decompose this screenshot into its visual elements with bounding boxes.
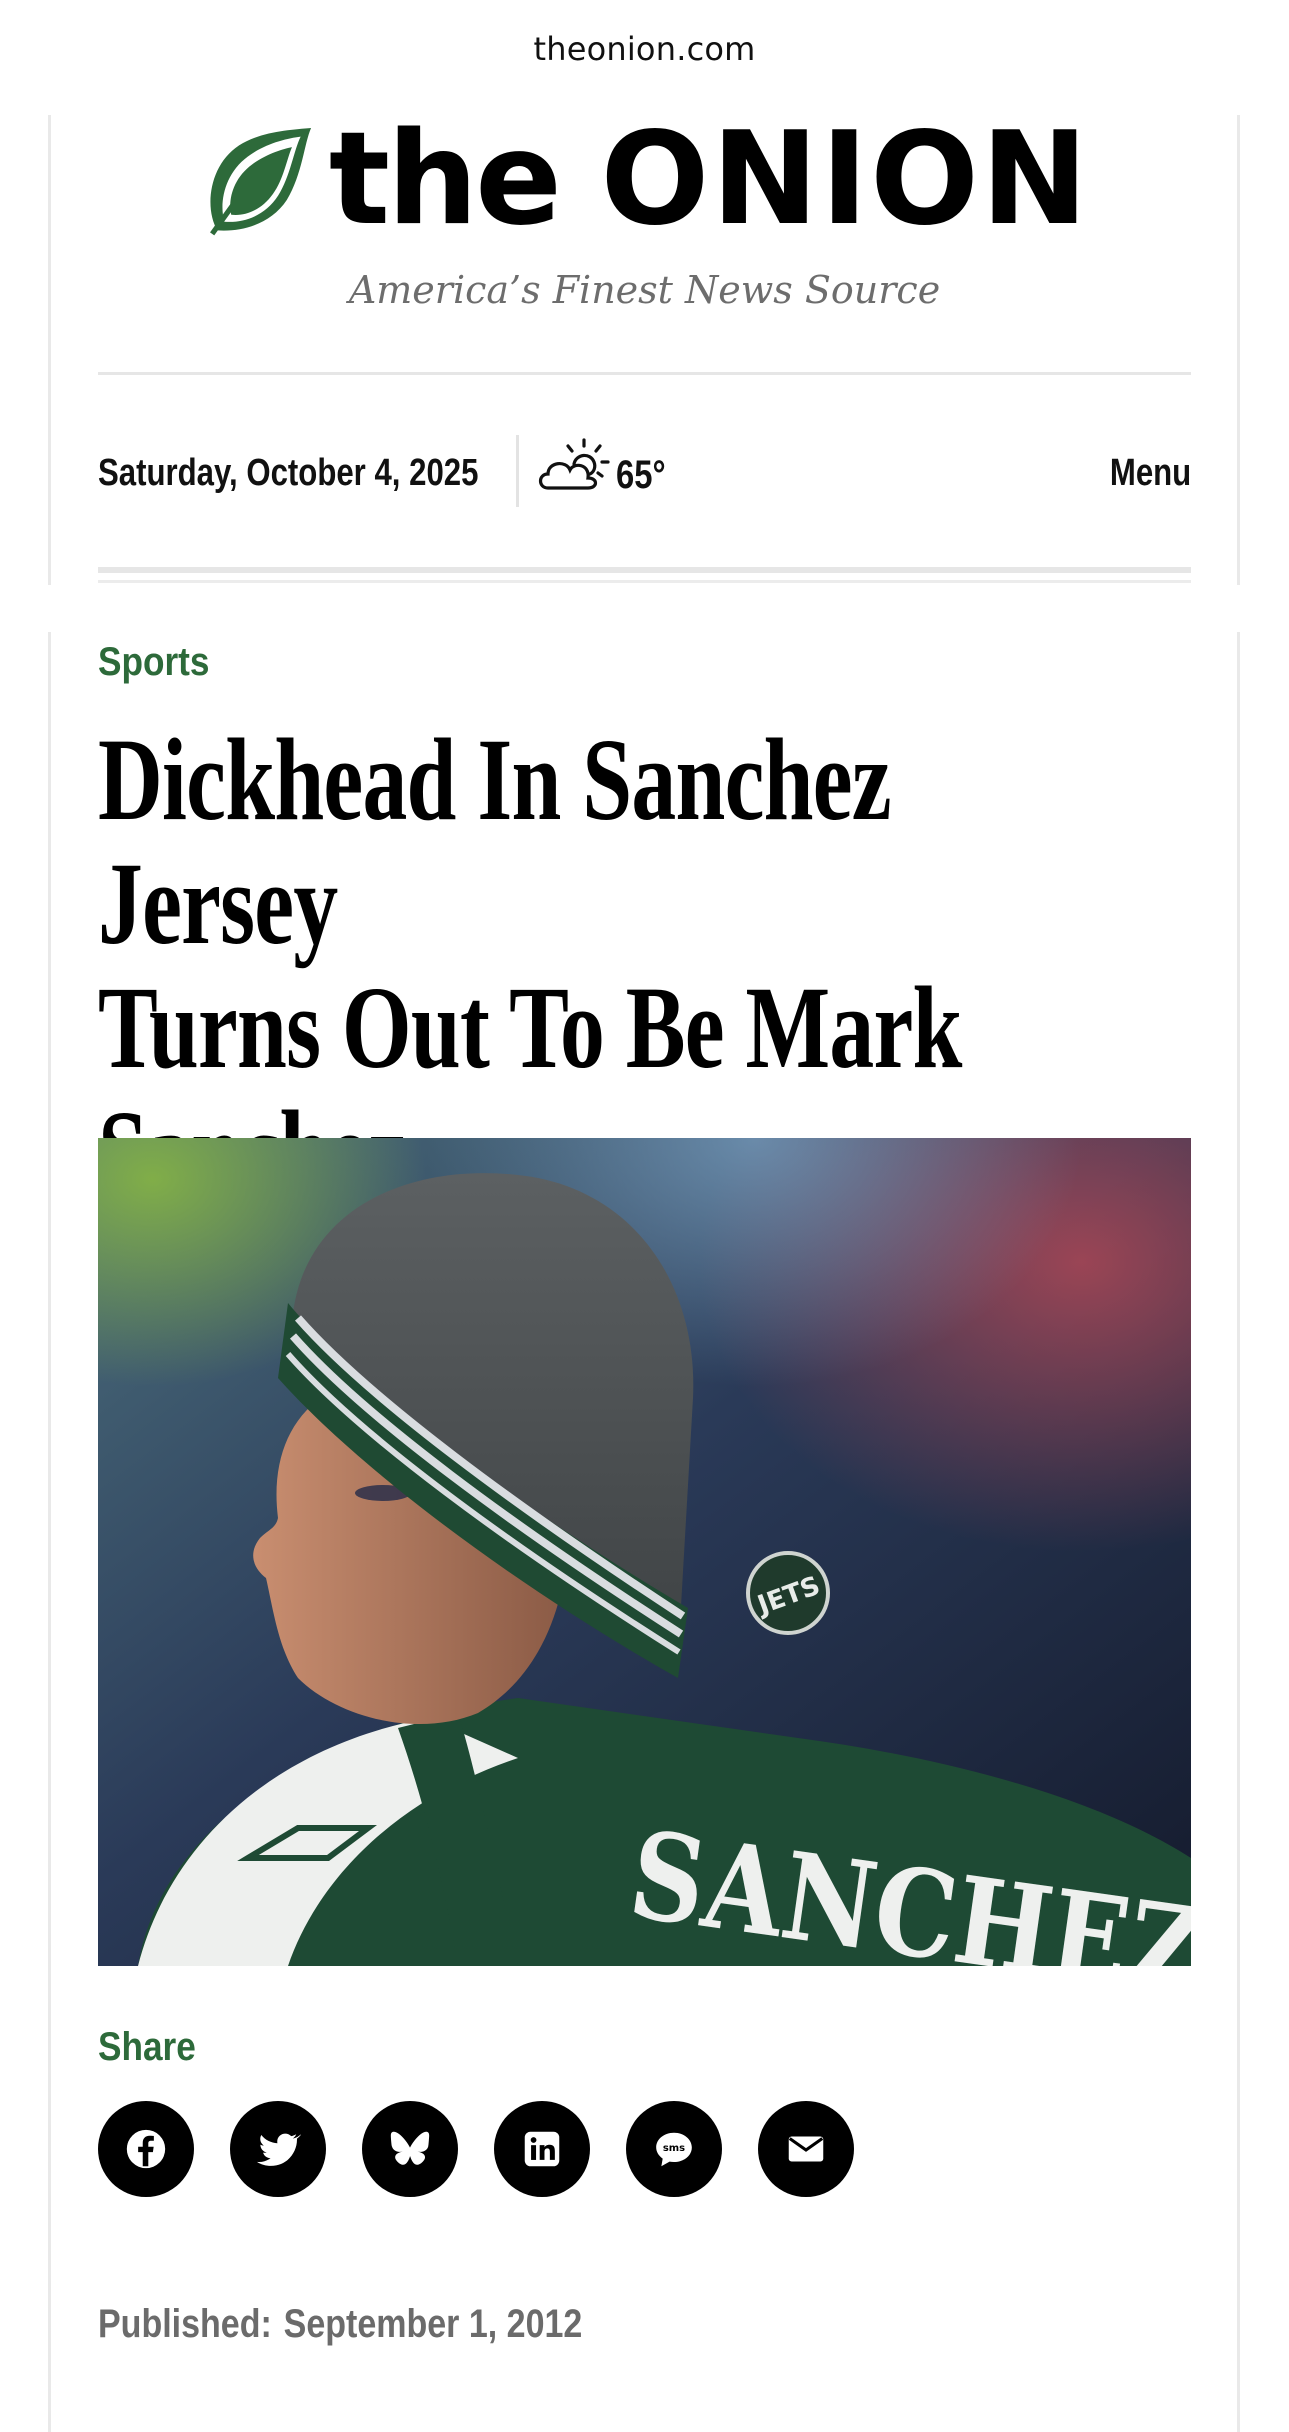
temperature: 65° — [616, 452, 666, 497]
onion-leaf-icon — [210, 127, 312, 235]
share-label: Share — [98, 2025, 196, 2069]
header-bottom-rule-secondary — [98, 580, 1191, 583]
share-twitter-button[interactable] — [230, 2101, 326, 2197]
facebook-icon — [126, 2129, 166, 2169]
header-divider — [98, 372, 1191, 375]
site-wordmark: the ONION — [329, 116, 1090, 244]
hero-photo: JETS SANCHEZ — [98, 1138, 1191, 1966]
share-sms-button[interactable]: sms — [626, 2101, 722, 2197]
sms-icon: sms — [656, 2132, 692, 2167]
share-facebook-button[interactable] — [98, 2101, 194, 2197]
share-buttons: sms — [98, 2101, 854, 2197]
published-label: Published: — [98, 2302, 272, 2346]
headline-line: Dickhead In Sanchez Jersey — [98, 714, 892, 969]
bluesky-icon — [390, 2131, 430, 2165]
menu-button[interactable]: Menu — [1110, 452, 1191, 495]
wordmark-prefix: the — [328, 105, 562, 254]
category-link[interactable]: Sports — [98, 640, 209, 685]
linkedin-icon — [524, 2131, 560, 2167]
current-date: Saturday, October 4, 2025 — [98, 452, 479, 494]
published-date: September 1, 2012 — [283, 2302, 583, 2346]
site-logo[interactable]: the ONION — [200, 115, 1090, 245]
browser-url[interactable]: theonion.com — [0, 30, 1289, 68]
share-email-button[interactable] — [758, 2101, 854, 2197]
partly-cloudy-icon — [538, 438, 610, 490]
sms-icon-text: sms — [663, 2143, 685, 2154]
wordmark-main: ONION — [600, 105, 1090, 254]
share-bluesky-button[interactable] — [362, 2101, 458, 2197]
hero-image: JETS SANCHEZ — [98, 1138, 1191, 1966]
share-linkedin-button[interactable] — [494, 2101, 590, 2197]
weather-widget: 65° — [534, 434, 677, 504]
email-icon — [788, 2136, 824, 2162]
publish-info: Published: September 1, 2012 — [98, 2302, 582, 2347]
site-tagline: America’s Finest News Source — [348, 268, 941, 312]
headline-line: Turns Out To Be Mark — [98, 962, 962, 1093]
date-divider — [516, 435, 519, 507]
date-weather-bar: Saturday, October 4, 2025 65° Menu — [98, 430, 1191, 520]
twitter-icon — [256, 2133, 301, 2166]
header-bottom-rule — [98, 567, 1191, 573]
